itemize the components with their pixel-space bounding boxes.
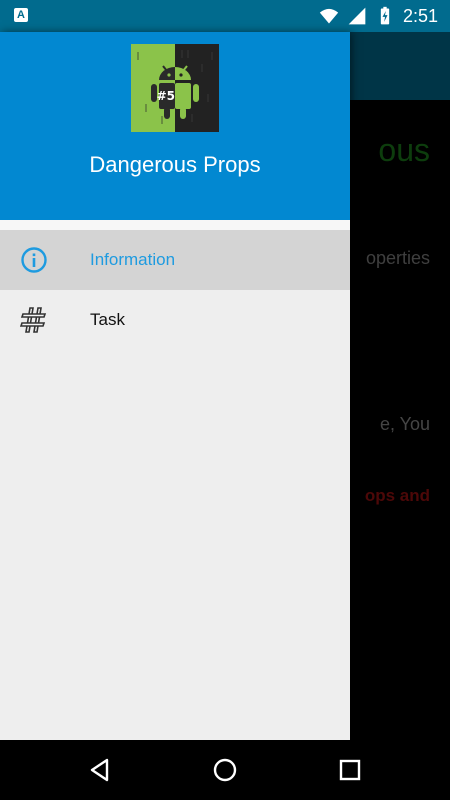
divider [0,220,350,230]
app-name: Dangerous Props [89,152,261,177]
status-bar: A 2:51 [0,0,450,32]
drawer-item-task[interactable]: Task [0,290,350,350]
back-icon[interactable] [87,757,113,783]
drawer-item-information[interactable]: Information [0,230,350,290]
info-icon [21,247,47,273]
battery-charging-icon [380,6,390,25]
signal-icon [348,7,366,25]
app-logo-icon: #5 [131,44,219,132]
home-icon[interactable] [212,757,238,783]
drawer-header: #5 Dangerous Props [0,32,350,220]
drawer-item-label: Task [90,310,125,329]
drawer-item-label: Information [90,250,176,269]
status-icons: 2:51 [319,4,438,28]
wifi-icon [319,8,339,24]
clock: 2:51 [402,5,438,26]
svg-text:#5: #5 [157,89,175,103]
drawer-menu: Information Task [0,230,350,350]
system-nav-bar [0,740,450,800]
hash-icon [20,307,47,333]
notification-icon: A [14,8,28,22]
navigation-drawer: #5 Dangerous Props Information Task [0,32,350,740]
recents-icon[interactable] [337,757,363,783]
